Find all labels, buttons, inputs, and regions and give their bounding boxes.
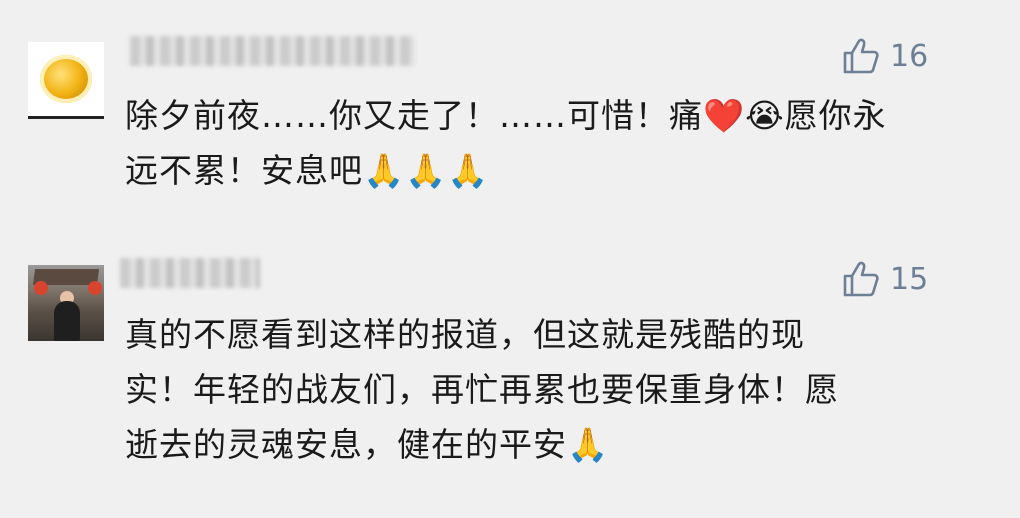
- comment-line: 远不累！安息吧🙏🙏🙏: [125, 151, 490, 190]
- like-button[interactable]: 16: [842, 37, 928, 75]
- comment-line: 实！年轻的战友们，再忙再累也要保重身体！愿: [125, 370, 839, 409]
- comment-line: 逝去的灵魂安息，健在的平安🙏: [125, 425, 610, 464]
- username-redacted: [120, 258, 260, 288]
- comment-line: 除夕前夜……你又走了！……可惜！痛❤️😭愿你永: [125, 96, 887, 135]
- avatar[interactable]: [28, 42, 104, 119]
- like-count: 15: [890, 261, 929, 297]
- like-count: 16: [890, 38, 929, 74]
- thumbs-up-icon: [843, 261, 879, 297]
- username-redacted: [130, 36, 415, 66]
- avatar-image: [40, 55, 92, 103]
- comment-text: 真的不愿看到这样的报道，但这就是残酷的现 实！年轻的战友们，再忙再累也要保重身体…: [125, 307, 839, 472]
- comment-line: 真的不愿看到这样的报道，但这就是残酷的现: [125, 315, 805, 354]
- like-button[interactable]: 15: [842, 260, 928, 298]
- avatar[interactable]: [28, 265, 104, 341]
- comment-text: 除夕前夜……你又走了！……可惜！痛❤️😭愿你永 远不累！安息吧🙏🙏🙏: [125, 88, 887, 198]
- thumbs-up-icon: [843, 38, 879, 74]
